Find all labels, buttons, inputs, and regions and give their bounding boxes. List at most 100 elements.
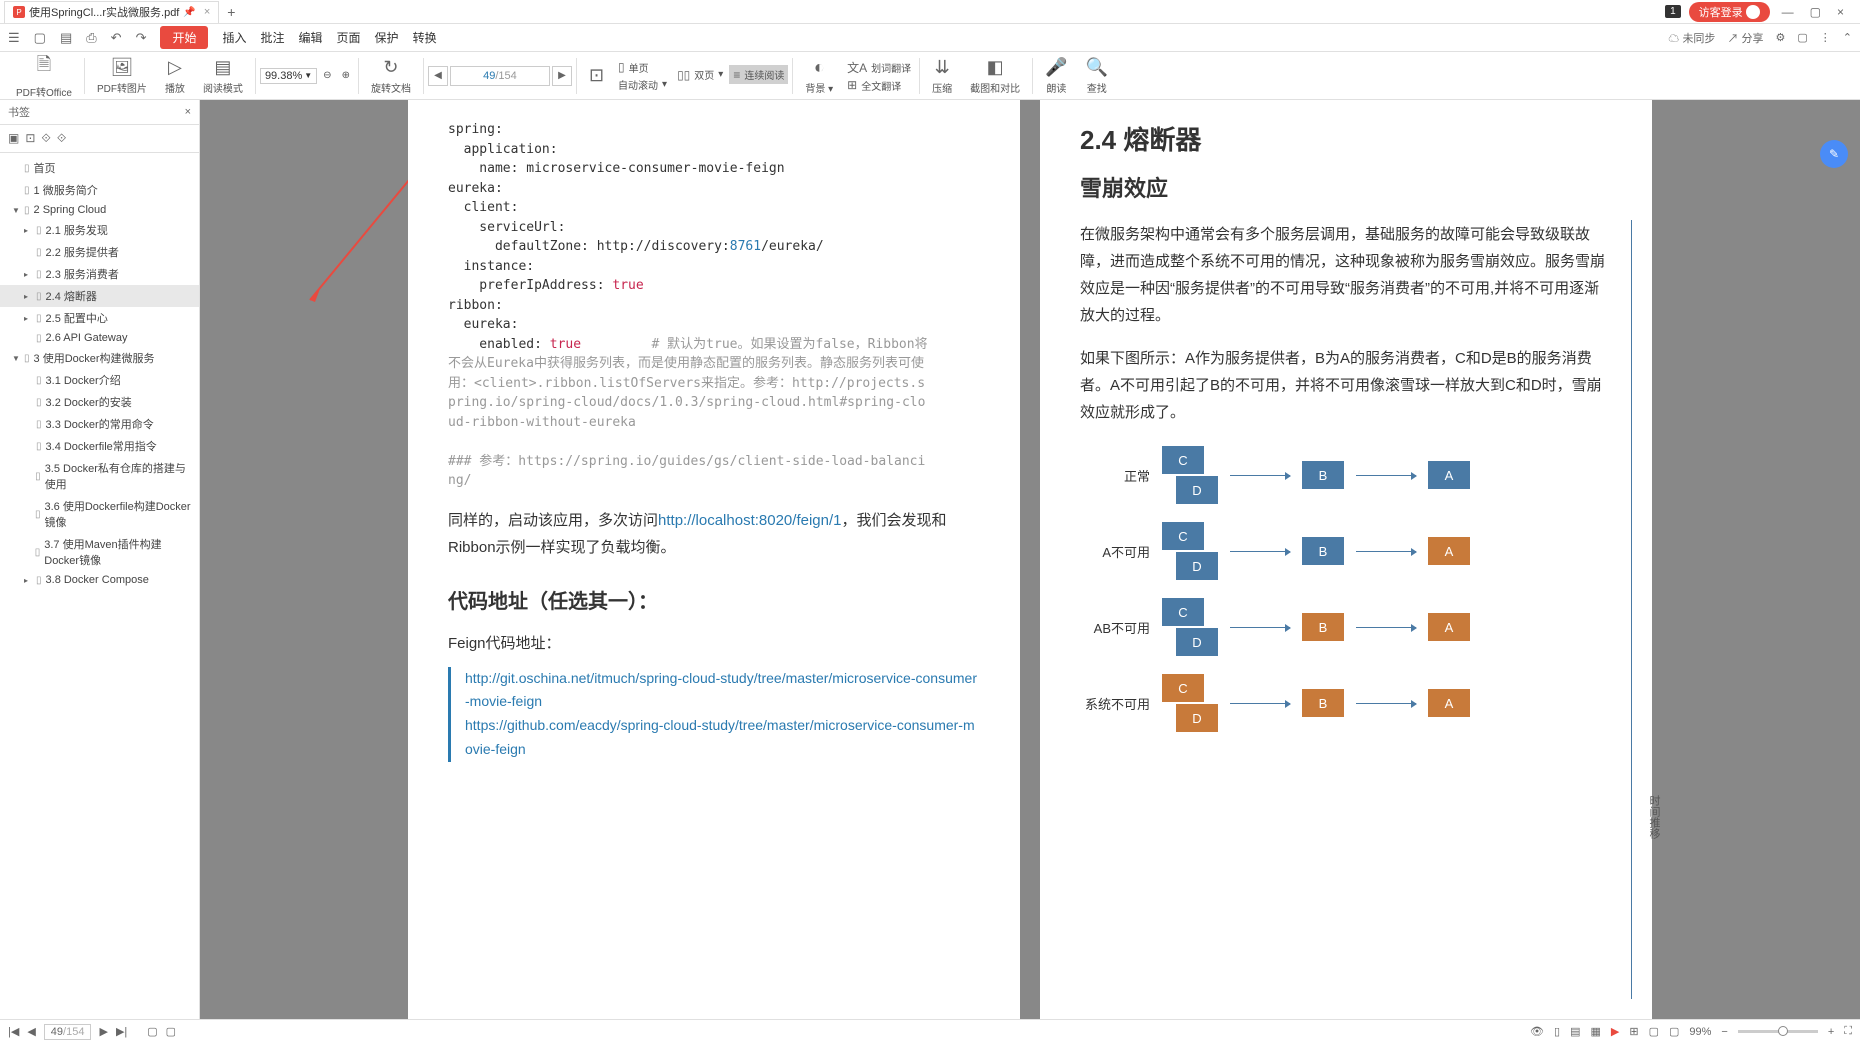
zoom-value: 99% [1689,1026,1711,1038]
bookmark-item[interactable]: ▸▯2.1 服务发现 [0,219,199,241]
next-page-button[interactable]: ▶ [552,66,572,86]
view-mode3-icon[interactable]: ▦ [1590,1025,1600,1038]
status-icon1[interactable]: ▢ [147,1025,157,1038]
bookmark-item[interactable]: ▸▯2.4 熔断器 [0,285,199,307]
menu-icon[interactable]: ☰ [8,30,20,46]
double-page-button[interactable]: ▯▯双页 ▾ [673,67,727,82]
expand-icon[interactable]: ⌃ [1843,31,1852,44]
fullscreen-icon[interactable]: ⛶ [1844,1025,1852,1038]
github-link[interactable]: https://github.com/eacdy/spring-cloud-st… [465,714,980,762]
bookmark-item[interactable]: ▯3.6 使用Dockerfile构建Docker镜像 [0,495,199,533]
notification-badge[interactable]: 1 [1665,5,1681,18]
layout2-icon[interactable]: ▢ [1649,1025,1659,1038]
bookmark-item[interactable]: ▯2.6 API Gateway [0,329,199,347]
bookmark-item[interactable]: ▸▯2.5 配置中心 [0,307,199,329]
avalanche-diagram: 正常 C D B A A不可用 C D B A AB不可用 C D B A 系统… [1080,446,1612,732]
status-icon2[interactable]: ▢ [166,1025,176,1038]
background-button[interactable]: ◐背景 ▾ [797,55,841,97]
float-action-icon[interactable]: ✎ [1820,140,1848,168]
rotate-button[interactable]: ↻旋转文档 [363,55,419,97]
pdf-viewport[interactable]: ✎ spring: application: name: microservic… [200,100,1860,1019]
zoom-slider[interactable] [1738,1030,1818,1033]
sidebar-tool1-icon[interactable]: ▣ [8,131,19,146]
bookmark-item[interactable]: ▯首页 [0,157,199,179]
zoom-out-status[interactable]: − [1721,1026,1727,1038]
word-translate-button[interactable]: 文A划词翻译 [843,59,915,76]
single-page-button[interactable]: ▯单页 [614,60,671,75]
find-button[interactable]: 🔍查找 [1078,55,1116,97]
menu-protect[interactable]: 保护 [375,29,399,46]
print-icon[interactable]: ⎙ [86,30,96,46]
bookmark-item[interactable]: ▯3.3 Docker的常用命令 [0,413,199,435]
continuous-read-button[interactable]: ≡连续阅读 [729,65,788,84]
view-mode2-icon[interactable]: ▤ [1570,1025,1580,1038]
pdf-to-office-button[interactable]: 🗎PDF转Office [8,50,80,101]
menu-insert[interactable]: 插入 [222,29,246,46]
last-page-icon[interactable]: ▶| [116,1025,127,1038]
bookmark-item[interactable]: ▯3.4 Dockerfile常用指令 [0,435,199,457]
bookmark-item[interactable]: ▯1 微服务简介 [0,179,199,201]
bookmark-item[interactable]: ▯2.2 服务提供者 [0,241,199,263]
menu-start[interactable]: 开始 [160,26,208,49]
bookmark-item[interactable]: ▼▯2 Spring Cloud [0,201,199,219]
zoom-in-icon[interactable]: ⊕ [338,70,354,81]
document-tab[interactable]: P 使用SpringCl...r实战微服务.pdf 📌 × [4,1,219,23]
localhost-link[interactable]: http://localhost:8020/feign/1 [658,512,841,529]
prev-page-icon[interactable]: ◀ [27,1025,35,1038]
bookmark-item[interactable]: ▯3.2 Docker的安装 [0,391,199,413]
close-tab-icon[interactable]: × [204,6,210,18]
page-input[interactable]: 49/154 [450,66,550,86]
maximize-button[interactable]: ▢ [1806,5,1825,19]
full-translate-button[interactable]: ⊞全文翻译 [843,78,915,93]
undo-icon[interactable]: ↶ [111,30,122,46]
view-mode1-icon[interactable]: ▯ [1554,1025,1560,1038]
settings-icon[interactable]: ⚙ [1776,31,1786,44]
sidebar-tool2-icon[interactable]: ⊡ [25,131,35,146]
next-page-icon[interactable]: ▶ [99,1025,107,1038]
eye-icon[interactable]: 👁 [1530,1025,1544,1038]
crop-tool-button[interactable]: ⊡ [581,63,612,88]
bookmark-item[interactable]: ▯3.7 使用Maven插件构建Docker镜像 [0,533,199,571]
close-sidebar-icon[interactable]: × [185,106,191,118]
zoom-in-status[interactable]: + [1828,1026,1834,1038]
menu-convert[interactable]: 转换 [413,29,437,46]
read-aloud-button[interactable]: 🎤朗读 [1037,55,1075,97]
first-page-icon[interactable]: |◀ [8,1025,19,1038]
layout1-icon[interactable]: ⊞ [1629,1025,1638,1038]
crop-compare-button[interactable]: ◧截图和对比 [962,55,1028,97]
layout3-icon[interactable]: ▢ [1669,1025,1679,1038]
pdf-to-image-button[interactable]: 🖼PDF转图片 [89,55,155,97]
sidebar-tool3-icon[interactable]: ⟐ [41,131,50,146]
new-tab-button[interactable]: + [219,4,243,20]
bookmark-item[interactable]: ▼▯3 使用Docker构建微服务 [0,347,199,369]
share-icon[interactable]: ↗ 分享 [1727,30,1763,46]
auto-scroll-button[interactable]: 自动滚动 ▾ [614,77,671,92]
compress-button[interactable]: ⇊压缩 [924,55,960,97]
status-page-input[interactable]: 49/154 [44,1024,92,1040]
play-button[interactable]: ▷播放 [157,55,193,97]
zoom-select[interactable]: 99.38%▼ [260,68,317,84]
menu-page[interactable]: 页面 [337,29,361,46]
more-icon[interactable]: ⋮ [1820,31,1831,44]
bookmark-item[interactable]: ▸▯2.3 服务消费者 [0,263,199,285]
open-icon[interactable]: ▢ [34,30,46,46]
pin-icon[interactable]: 📌 [183,7,195,18]
save-icon[interactable]: ▤ [60,30,72,46]
minimize-button[interactable]: — [1778,5,1798,19]
menu-annotate[interactable]: 批注 [261,29,285,46]
cloud-sync-icon[interactable]: ☁ 未同步 [1668,30,1715,46]
play-status-icon[interactable]: ▶ [1611,1025,1619,1038]
skin-icon[interactable]: ▢ [1797,31,1807,44]
bookmark-item[interactable]: ▸▯3.8 Docker Compose [0,571,199,589]
redo-icon[interactable]: ↷ [136,30,147,46]
menu-edit[interactable]: 编辑 [299,29,323,46]
bookmark-item[interactable]: ▯3.1 Docker介绍 [0,369,199,391]
sidebar-tool4-icon[interactable]: ⟐ [57,131,66,146]
read-mode-button[interactable]: ▤阅读模式 [195,55,251,97]
prev-page-button[interactable]: ◀ [428,66,448,86]
zoom-out-icon[interactable]: ⊖ [319,70,335,81]
oschina-link[interactable]: http://git.oschina.net/itmuch/spring-clo… [465,667,980,715]
guest-login-button[interactable]: 访客登录 [1689,2,1770,22]
close-window-button[interactable]: × [1833,5,1848,19]
bookmark-item[interactable]: ▯3.5 Docker私有仓库的搭建与使用 [0,457,199,495]
